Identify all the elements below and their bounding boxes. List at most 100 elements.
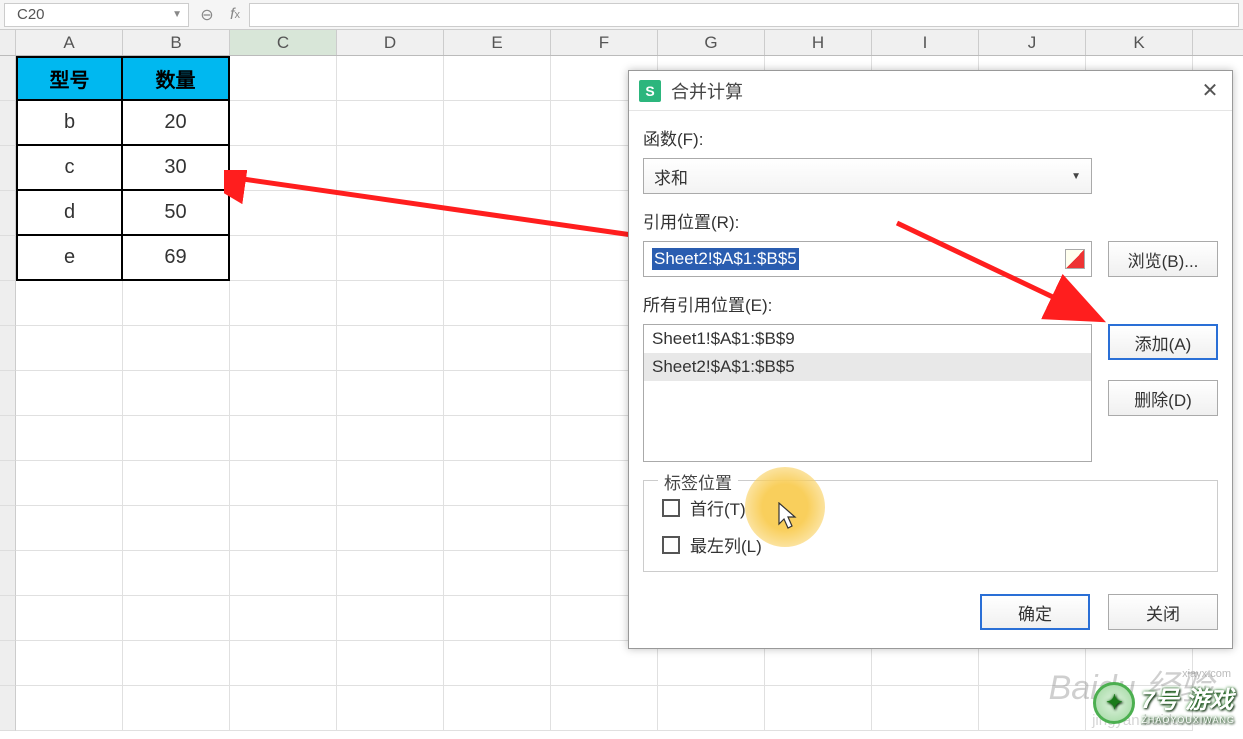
- list-item[interactable]: Sheet2!$A$1:$B$5: [644, 353, 1091, 381]
- row-header[interactable]: [0, 641, 16, 686]
- cell-empty[interactable]: [337, 416, 444, 461]
- cell-empty[interactable]: [444, 146, 551, 191]
- cell-empty[interactable]: [230, 686, 337, 731]
- cell-empty[interactable]: [230, 101, 337, 146]
- cell-empty[interactable]: [230, 506, 337, 551]
- cell-empty[interactable]: [123, 641, 230, 686]
- row-header[interactable]: [0, 596, 16, 641]
- cell-empty[interactable]: [123, 461, 230, 506]
- reference-list[interactable]: Sheet1!$A$1:$B$9 Sheet2!$A$1:$B$5: [643, 324, 1092, 462]
- row-header-5[interactable]: [0, 236, 16, 281]
- cell-empty[interactable]: [230, 281, 337, 326]
- cell-empty[interactable]: [123, 686, 230, 731]
- cell-empty[interactable]: [123, 416, 230, 461]
- add-button[interactable]: 添加(A): [1108, 324, 1218, 360]
- cell-empty[interactable]: [16, 596, 123, 641]
- name-box-dropdown-icon[interactable]: ▼: [172, 9, 182, 20]
- top-row-checkbox[interactable]: 首行(T): [662, 495, 1199, 520]
- cell-B4[interactable]: 50: [123, 191, 230, 236]
- cell-A1[interactable]: 型号: [16, 56, 123, 101]
- delete-button[interactable]: 删除(D): [1108, 380, 1218, 416]
- col-header-B[interactable]: B: [123, 30, 230, 55]
- cell-empty[interactable]: [765, 686, 872, 731]
- ok-button[interactable]: 确定: [980, 594, 1090, 630]
- close-icon[interactable]: ✕: [1198, 79, 1222, 103]
- col-header-I[interactable]: I: [872, 30, 979, 55]
- col-header-C[interactable]: C: [230, 30, 337, 55]
- cell-empty[interactable]: [444, 551, 551, 596]
- cell-C1[interactable]: [230, 56, 337, 101]
- cell-B3[interactable]: 30: [123, 146, 230, 191]
- cell-empty[interactable]: [337, 281, 444, 326]
- left-col-checkbox[interactable]: 最左列(L): [662, 532, 1199, 557]
- cell-empty[interactable]: [337, 191, 444, 236]
- cancel-formula-icon[interactable]: ⊖: [193, 5, 221, 25]
- cell-empty[interactable]: [16, 686, 123, 731]
- col-header-K[interactable]: K: [1086, 30, 1193, 55]
- col-header-G[interactable]: G: [658, 30, 765, 55]
- row-header[interactable]: [0, 371, 16, 416]
- cell-empty[interactable]: [337, 146, 444, 191]
- col-header-A[interactable]: A: [16, 30, 123, 55]
- cell-empty[interactable]: [337, 101, 444, 146]
- cell-empty[interactable]: [658, 686, 765, 731]
- range-selector-icon[interactable]: [1065, 249, 1085, 269]
- cell-empty[interactable]: [230, 191, 337, 236]
- cell-empty[interactable]: [337, 461, 444, 506]
- cell-empty[interactable]: [230, 596, 337, 641]
- cell-empty[interactable]: [16, 461, 123, 506]
- cell-empty[interactable]: [230, 236, 337, 281]
- cell-empty[interactable]: [123, 281, 230, 326]
- cell-empty[interactable]: [979, 686, 1086, 731]
- cell-B1[interactable]: 数量: [123, 56, 230, 101]
- cell-empty[interactable]: [230, 641, 337, 686]
- cell-empty[interactable]: [444, 191, 551, 236]
- cell-empty[interactable]: [337, 506, 444, 551]
- row-header-4[interactable]: [0, 191, 16, 236]
- cell-empty[interactable]: [444, 416, 551, 461]
- cell-empty[interactable]: [123, 551, 230, 596]
- cell-empty[interactable]: [337, 56, 444, 101]
- select-all-corner[interactable]: [0, 30, 16, 55]
- row-header-2[interactable]: [0, 101, 16, 146]
- cell-empty[interactable]: [230, 416, 337, 461]
- cell-empty[interactable]: [337, 641, 444, 686]
- cell-empty[interactable]: [16, 326, 123, 371]
- col-header-E[interactable]: E: [444, 30, 551, 55]
- cell-empty[interactable]: [337, 371, 444, 416]
- cell-empty[interactable]: [230, 551, 337, 596]
- cell-empty[interactable]: [444, 596, 551, 641]
- row-header[interactable]: [0, 506, 16, 551]
- cell-empty[interactable]: [551, 686, 658, 731]
- dialog-titlebar[interactable]: S 合并计算 ✕: [629, 71, 1232, 111]
- cell-empty[interactable]: [444, 371, 551, 416]
- cell-empty[interactable]: [444, 236, 551, 281]
- cell-empty[interactable]: [444, 641, 551, 686]
- cell-empty[interactable]: [444, 506, 551, 551]
- cell-empty[interactable]: [16, 281, 123, 326]
- row-header[interactable]: [0, 416, 16, 461]
- row-header-3[interactable]: [0, 146, 16, 191]
- cell-empty[interactable]: [444, 686, 551, 731]
- cell-empty[interactable]: [444, 326, 551, 371]
- cell-empty[interactable]: [337, 596, 444, 641]
- name-box[interactable]: C20 ▼: [4, 3, 189, 27]
- formula-input[interactable]: [249, 3, 1239, 27]
- browse-button[interactable]: 浏览(B)...: [1108, 241, 1218, 277]
- cell-empty[interactable]: [337, 326, 444, 371]
- close-button[interactable]: 关闭: [1108, 594, 1218, 630]
- cell-empty[interactable]: [1086, 686, 1193, 731]
- col-header-D[interactable]: D: [337, 30, 444, 55]
- function-select[interactable]: 求和 ▼: [643, 158, 1092, 194]
- row-header[interactable]: [0, 551, 16, 596]
- cell-empty[interactable]: [872, 686, 979, 731]
- cell-empty[interactable]: [230, 326, 337, 371]
- cell-A2[interactable]: b: [16, 101, 123, 146]
- cell-empty[interactable]: [16, 641, 123, 686]
- cell-empty[interactable]: [337, 686, 444, 731]
- cell-empty[interactable]: [123, 596, 230, 641]
- row-header[interactable]: [0, 686, 16, 731]
- cell-empty[interactable]: [444, 56, 551, 101]
- cell-empty[interactable]: [337, 236, 444, 281]
- cell-empty[interactable]: [16, 551, 123, 596]
